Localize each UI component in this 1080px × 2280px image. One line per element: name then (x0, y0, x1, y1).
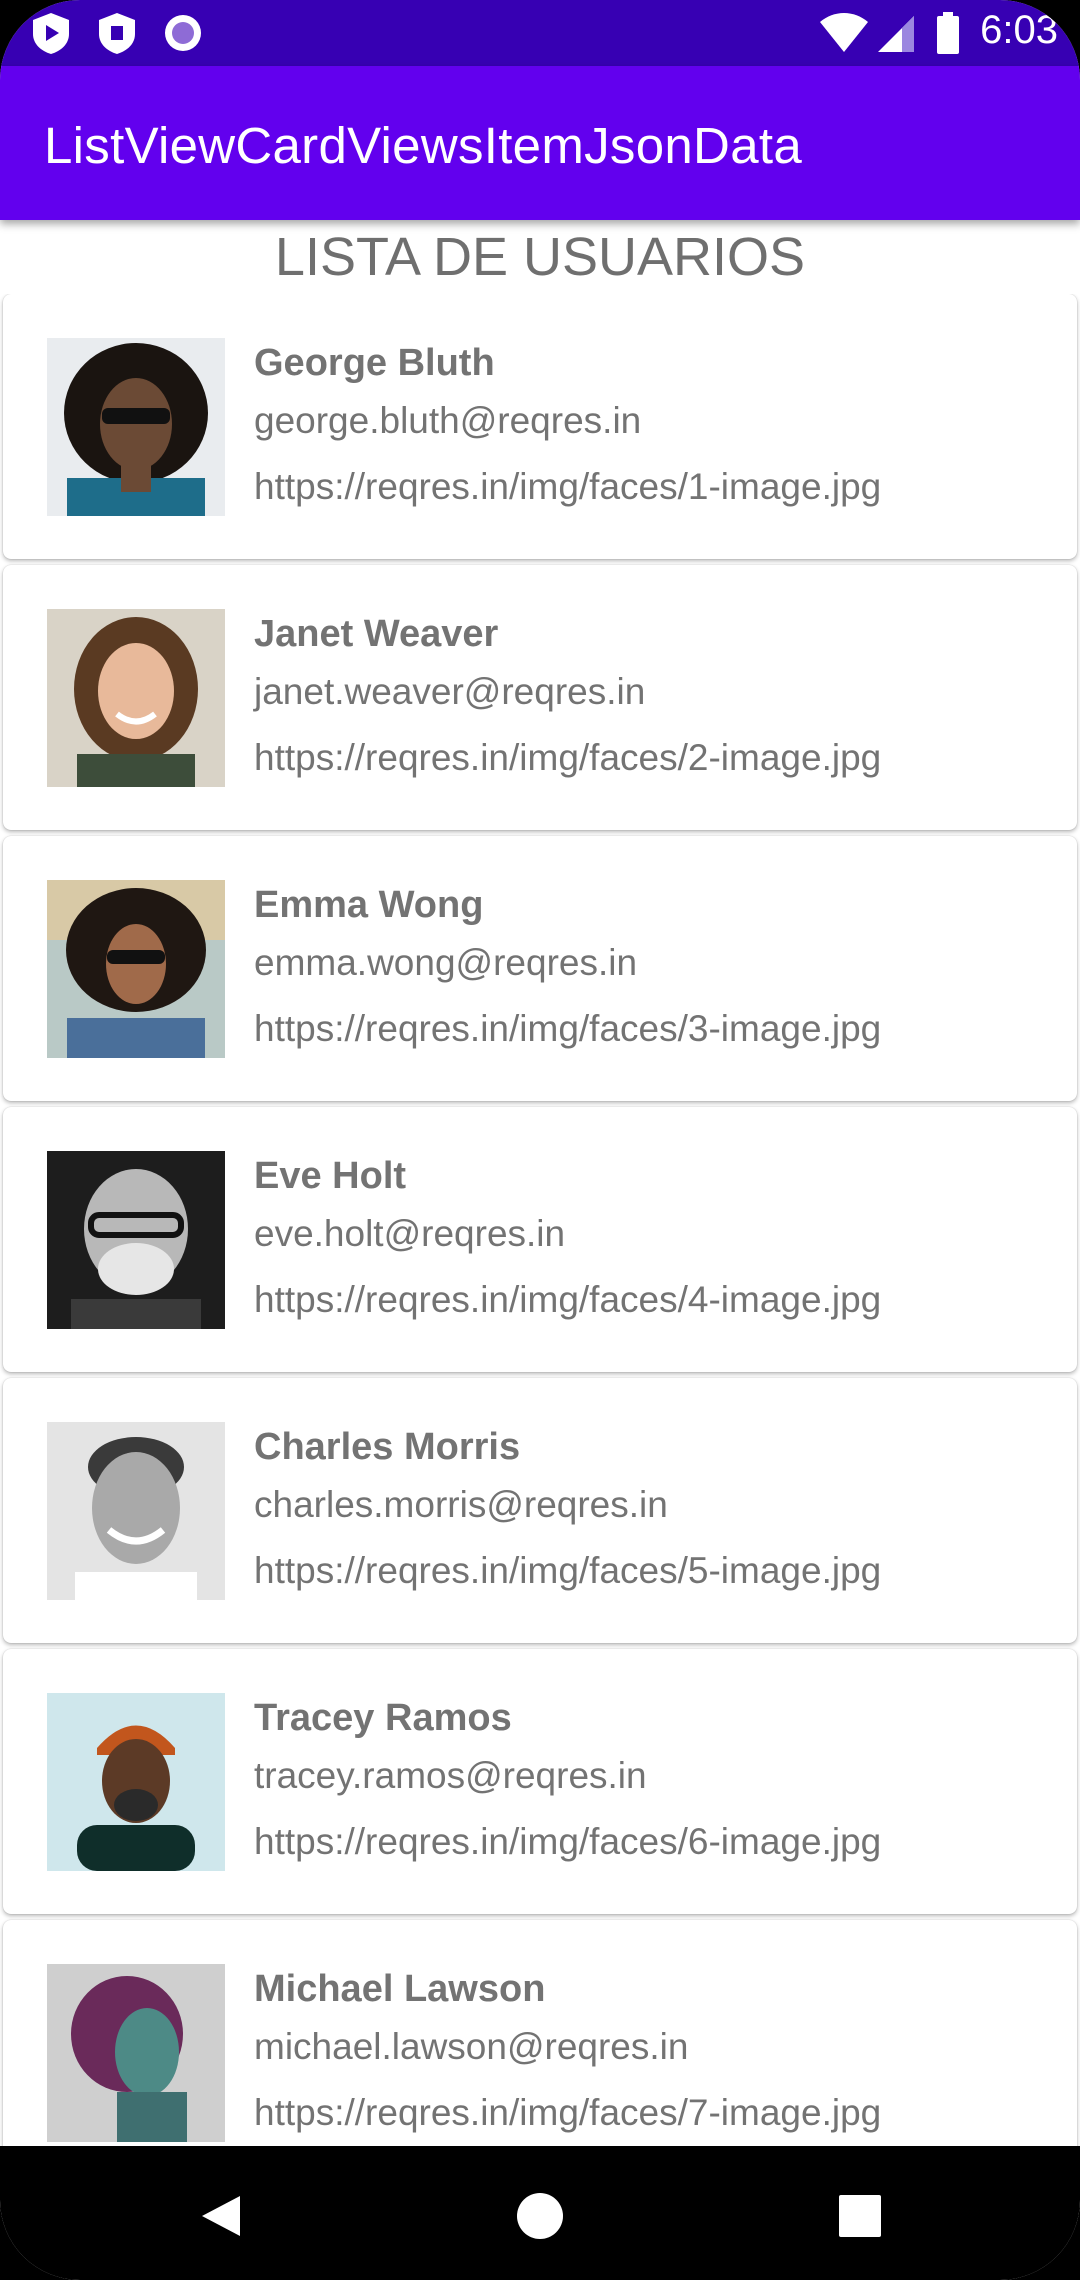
user-email: michael.lawson@reqres.in (254, 2026, 689, 2067)
user-card[interactable]: George Bluth george.bluth@reqres.in http… (3, 294, 1077, 559)
user-avatar (47, 338, 225, 516)
user-email: eve.holt@reqres.in (254, 1213, 566, 1254)
user-avatar (47, 1422, 225, 1600)
app-bar: ListViewCardViewsItemJsonData (0, 66, 1080, 220)
phone-screen: 6:03 ListViewCardViewsItemJsonData LISTA… (0, 0, 1080, 2280)
user-avatar-url: https://reqres.in/img/faces/7-image.jpg (254, 2092, 882, 2133)
user-avatar-url: https://reqres.in/img/faces/1-image.jpg (254, 466, 882, 507)
user-card[interactable]: Janet Weaver janet.weaver@reqres.in http… (3, 565, 1077, 830)
navigation-bar (0, 2146, 1080, 2280)
battery-icon (934, 10, 962, 56)
user-avatar (47, 880, 225, 1058)
user-avatar-url: https://reqres.in/img/faces/3-image.jpg (254, 1008, 882, 1049)
user-name: Charles Morris (254, 1426, 521, 1468)
user-avatar (47, 1151, 225, 1329)
user-list[interactable]: George Bluth george.bluth@reqres.in http… (0, 294, 1080, 2146)
cell-signal-icon (874, 10, 920, 56)
user-card[interactable]: Emma Wong emma.wong@reqres.in https://re… (3, 836, 1077, 1101)
user-card[interactable]: Eve Holt eve.holt@reqres.in https://reqr… (3, 1107, 1077, 1372)
user-name: Tracey Ramos (254, 1697, 512, 1739)
user-avatar-url: https://reqres.in/img/faces/6-image.jpg (254, 1821, 882, 1862)
status-bar: 6:03 (0, 0, 1080, 66)
user-avatar-url: https://reqres.in/img/faces/5-image.jpg (254, 1550, 882, 1591)
wifi-icon (818, 10, 870, 56)
shield-icon (94, 10, 140, 56)
back-triangle-icon[interactable] (180, 2176, 260, 2256)
user-avatar-url: https://reqres.in/img/faces/4-image.jpg (254, 1279, 882, 1320)
circle-record-icon (160, 10, 206, 56)
user-avatar (47, 1693, 225, 1871)
user-name: Eve Holt (254, 1155, 407, 1197)
user-email: george.bluth@reqres.in (254, 400, 642, 441)
user-name: Michael Lawson (254, 1968, 546, 2010)
user-name: Emma Wong (254, 884, 484, 926)
user-email: emma.wong@reqres.in (254, 942, 638, 983)
media-play-shield-icon (28, 10, 74, 56)
user-name: Janet Weaver (254, 613, 499, 655)
user-avatar (47, 609, 225, 787)
user-avatar (47, 1964, 225, 2142)
app-title: ListViewCardViewsItemJsonData (44, 117, 802, 174)
recents-square-icon[interactable] (820, 2176, 900, 2256)
home-circle-icon[interactable] (500, 2176, 580, 2256)
user-card[interactable]: Charles Morris charles.morris@reqres.in … (3, 1378, 1077, 1643)
user-avatar-url: https://reqres.in/img/faces/2-image.jpg (254, 737, 882, 778)
user-card[interactable]: Tracey Ramos tracey.ramos@reqres.in http… (3, 1649, 1077, 1914)
user-name: George Bluth (254, 342, 495, 384)
status-time: 6:03 (980, 8, 1058, 52)
user-email: charles.morris@reqres.in (254, 1484, 668, 1525)
list-header: LISTA DE USUARIOS (274, 227, 806, 287)
user-card[interactable]: Michael Lawson michael.lawson@reqres.in … (3, 1920, 1077, 2146)
user-email: tracey.ramos@reqres.in (254, 1755, 647, 1796)
user-email: janet.weaver@reqres.in (254, 671, 646, 712)
